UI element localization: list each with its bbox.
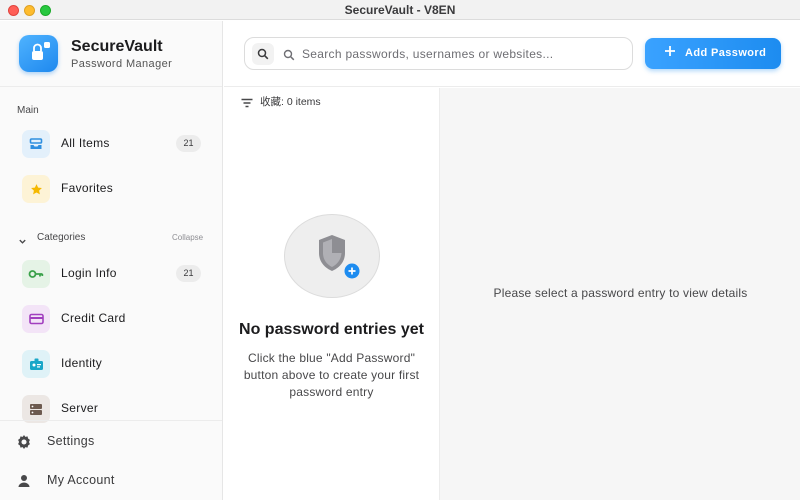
server-icon (22, 395, 50, 423)
settings-label: Settings (47, 434, 95, 448)
add-badge-icon (342, 261, 362, 281)
add-password-label: Add Password (685, 47, 767, 59)
my-account-button[interactable]: My Account (0, 462, 222, 498)
item-count-badge: 21 (176, 265, 201, 282)
search-bar[interactable] (244, 37, 633, 70)
sidebar-item-label: All Items (61, 136, 110, 150)
sidebar-item-label: Identity (61, 356, 103, 370)
search-button[interactable] (252, 43, 274, 65)
entry-list-pane: 收藏: 0 items No password entries yet Clic… (224, 88, 439, 500)
detail-pane: Please select a password entry to view d… (439, 88, 800, 500)
chevron-down-icon[interactable] (18, 233, 27, 251)
collapse-categories-button[interactable]: Collapse (172, 233, 203, 242)
app-subtitle: Password Manager (71, 58, 173, 70)
sidebar-item-label: Login Info (61, 266, 117, 280)
search-input[interactable] (302, 44, 622, 64)
sidebar-item-favorites[interactable]: Favorites (14, 171, 210, 207)
my-account-label: My Account (47, 473, 115, 487)
inbox-tray-icon (22, 130, 50, 158)
filter-status: 收藏: 0 items (260, 96, 321, 108)
sidebar-item-login-info[interactable]: Login Info 21 (14, 256, 210, 292)
sidebar-item-identity[interactable]: Identity (14, 346, 210, 382)
search-icon (283, 48, 295, 66)
sidebar-item-credit-card[interactable]: Credit Card (14, 301, 210, 337)
sidebar: SecureVault Password Manager Main All It… (0, 21, 223, 500)
filter-icon[interactable] (241, 95, 253, 113)
plus-icon (664, 45, 676, 60)
star-icon (22, 175, 50, 203)
empty-state-description: Click the blue "Add Password" button abo… (243, 351, 420, 399)
key-icon (22, 260, 50, 288)
app-name: SecureVault (71, 38, 163, 55)
id-badge-icon (22, 350, 50, 378)
shield-icon (319, 235, 345, 271)
app-logo-icon (19, 35, 58, 72)
user-icon (16, 473, 32, 494)
sidebar-item-label: Favorites (61, 181, 114, 195)
empty-state-title: No password entries yet (239, 321, 424, 338)
add-password-button[interactable]: Add Password (645, 38, 781, 69)
window-title: SecureVault - V8EN (344, 3, 456, 17)
title-bar: SecureVault - V8EN (0, 0, 800, 20)
item-count-badge: 21 (176, 135, 201, 152)
sidebar-item-label: Server (61, 401, 99, 415)
sidebar-footer: Settings My Account (0, 420, 222, 500)
credit-card-icon (22, 305, 50, 333)
section-label-categories: Categories (37, 232, 86, 243)
sidebar-item-all-items[interactable]: All Items 21 (14, 126, 210, 162)
settings-button[interactable]: Settings (0, 423, 222, 459)
search-icon (257, 48, 269, 60)
top-toolbar: Add Password (224, 21, 800, 87)
gear-icon (16, 434, 32, 455)
brand-header: SecureVault Password Manager (0, 21, 222, 87)
section-label-main: Main (17, 105, 39, 116)
detail-placeholder: Please select a password entry to view d… (493, 286, 748, 300)
sidebar-item-label: Credit Card (61, 311, 126, 325)
empty-state-illustration (284, 214, 380, 298)
